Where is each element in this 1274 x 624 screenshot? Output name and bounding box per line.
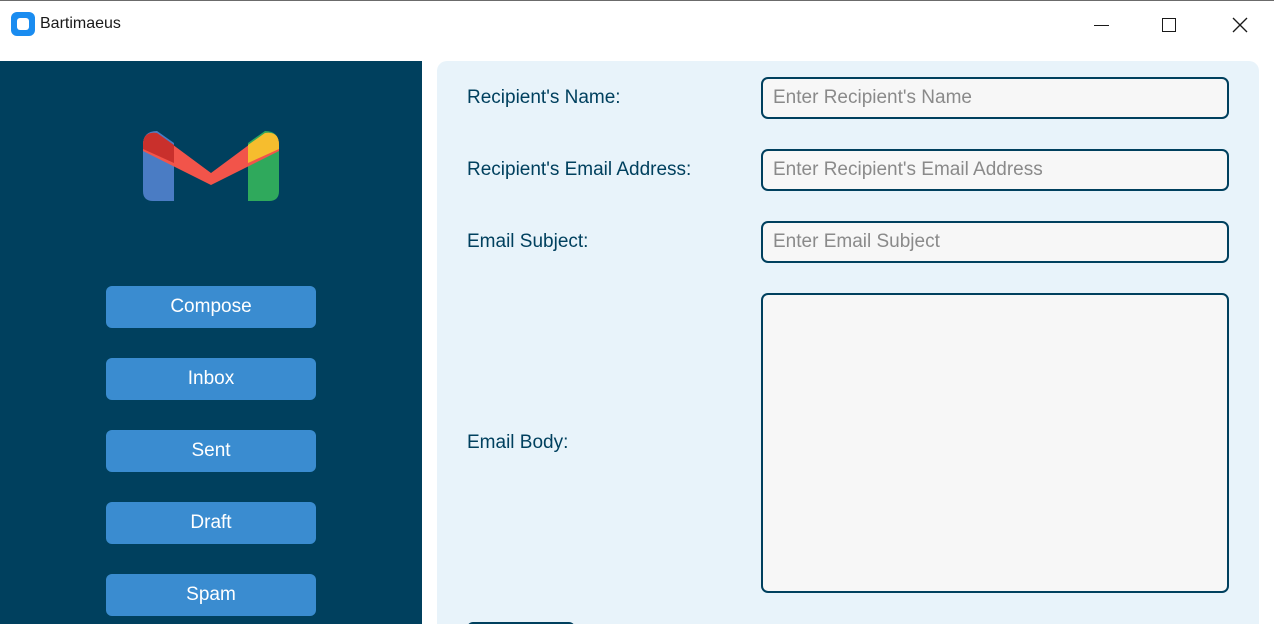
draft-button[interactable]: Draft — [106, 502, 316, 544]
gmail-logo-icon — [143, 131, 279, 201]
minimize-button[interactable] — [1078, 9, 1124, 41]
email-subject-label: Email Subject: — [467, 231, 589, 252]
close-icon — [1232, 17, 1248, 33]
inbox-button[interactable]: Inbox — [106, 358, 316, 400]
email-body-textarea[interactable] — [761, 293, 1229, 593]
recipient-name-input[interactable] — [761, 77, 1229, 119]
close-button[interactable] — [1217, 9, 1263, 41]
title-bar[interactable]: Bartimaeus — [0, 1, 1274, 61]
recipient-email-input[interactable] — [761, 149, 1229, 191]
window-title: Bartimaeus — [40, 15, 121, 32]
recipient-name-label: Recipient's Name: — [467, 87, 621, 108]
compose-button[interactable]: Compose — [106, 286, 316, 328]
sent-button[interactable]: Sent — [106, 430, 316, 472]
app-icon — [11, 12, 35, 36]
spam-button[interactable]: Spam — [106, 574, 316, 616]
email-subject-input[interactable] — [761, 221, 1229, 263]
compose-panel: Recipient's Name: Recipient's Email Addr… — [437, 61, 1259, 624]
recipient-email-label: Recipient's Email Address: — [467, 159, 692, 180]
maximize-icon — [1162, 18, 1176, 32]
sidebar: Compose Inbox Sent Draft Spam — [0, 61, 422, 624]
email-body-label: Email Body: — [467, 432, 569, 453]
maximize-button[interactable] — [1146, 9, 1192, 41]
app-window: Bartimaeus Compose Inbox Sent Draft Spam… — [0, 0, 1274, 624]
minimize-icon — [1093, 24, 1109, 26]
